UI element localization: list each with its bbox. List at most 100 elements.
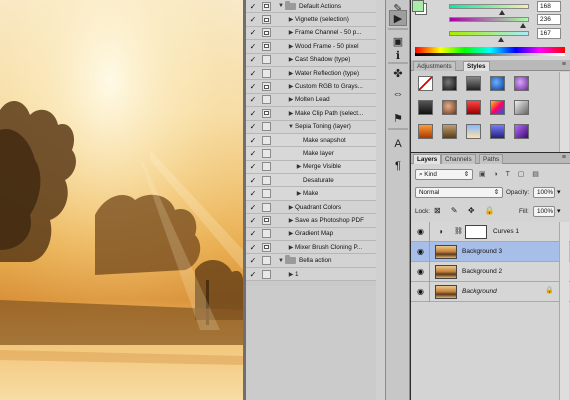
layer-thumbnail[interactable] [435, 265, 457, 279]
disclosure-closed-icon[interactable]: ▶ [287, 96, 295, 103]
disclosure-closed-icon[interactable]: ▶ [287, 56, 295, 63]
action-toggle-check-icon[interactable]: ✓ [246, 55, 260, 64]
disclosure-closed-icon[interactable]: ▶ [287, 43, 295, 50]
color-channel-slider[interactable] [449, 4, 529, 9]
action-item[interactable]: ✓ Make layer [246, 147, 376, 161]
layer-row[interactable]: ◉ Background 2 [411, 262, 570, 282]
lock-icon[interactable]: 🔒 [545, 286, 554, 295]
action-item[interactable]: ✓ ▶ Frame Channel - 50 p... [246, 26, 376, 41]
action-toggle-check-icon[interactable]: ✓ [246, 229, 260, 238]
disclosure-closed-icon[interactable]: ▶ [287, 29, 295, 36]
play-icon[interactable]: ▶ [389, 10, 407, 26]
dialog-toggle-icon[interactable] [262, 68, 271, 78]
fill-input[interactable]: 100% [533, 206, 555, 217]
action-toggle-check-icon[interactable]: ✓ [246, 270, 260, 279]
style-swatch[interactable] [514, 124, 529, 139]
style-swatch[interactable] [514, 76, 529, 91]
color-channel-value-input[interactable]: 168 [537, 1, 561, 12]
disclosure-closed-icon[interactable]: ▶ [287, 70, 295, 77]
style-swatch[interactable] [442, 76, 457, 91]
disclosure-open-icon[interactable]: ▼ [287, 124, 295, 130]
fill-dropdown-icon[interactable]: ▾ [557, 207, 561, 215]
blend-mode-select[interactable]: Normal ⇕ [415, 187, 503, 198]
tool-presets-icon[interactable]: ⚑ [389, 110, 407, 126]
eye-icon[interactable]: ◉ [417, 247, 427, 256]
dialog-toggle-icon[interactable] [262, 28, 271, 38]
eye-icon[interactable]: ◉ [417, 287, 427, 296]
style-swatch[interactable] [490, 100, 505, 115]
layer-thumbnail[interactable] [435, 285, 457, 299]
panel-collapse-strip[interactable] [376, 0, 386, 400]
styles-scrollbar[interactable] [559, 72, 569, 152]
action-item[interactable]: ✓ ▶ Cast Shadow (type) [246, 53, 376, 67]
style-swatch[interactable] [490, 76, 505, 91]
style-swatch[interactable] [490, 124, 505, 139]
action-toggle-check-icon[interactable]: ✓ [246, 162, 260, 171]
style-swatch[interactable] [466, 124, 481, 139]
action-toggle-check-icon[interactable]: ✓ [246, 243, 260, 252]
action-toggle-check-icon[interactable]: ✓ [246, 2, 260, 11]
style-swatch[interactable] [466, 100, 481, 115]
color-channel-slider[interactable] [449, 17, 529, 22]
disclosure-open-icon[interactable]: ▼ [277, 258, 285, 264]
disclosure-closed-icon[interactable]: ▶ [287, 83, 295, 90]
action-toggle-check-icon[interactable]: ✓ [246, 15, 260, 24]
style-swatch[interactable] [442, 124, 457, 139]
disclosure-closed-icon[interactable]: ▶ [287, 244, 295, 251]
dialog-toggle-icon[interactable] [262, 229, 271, 239]
action-item[interactable]: ✓ ▶ Mixer Brush Cloning P... [246, 241, 376, 255]
panel-menu-icon[interactable]: ≡ [562, 61, 566, 68]
dialog-toggle-icon[interactable] [262, 122, 271, 132]
slider-thumb[interactable] [498, 37, 504, 42]
document-canvas[interactable] [0, 0, 243, 400]
action-item[interactable]: ✓ Desaturate [246, 174, 376, 188]
dialog-toggle-icon[interactable] [262, 55, 271, 65]
panel-menu-icon[interactable]: ≡ [562, 154, 566, 161]
tab-layers[interactable]: Layers [413, 154, 442, 164]
color-spectrum-ramp[interactable] [415, 47, 565, 56]
eye-icon[interactable]: ◉ [417, 267, 427, 276]
action-item[interactable]: ✓ ▶ Custom RGB to Grays... [246, 80, 376, 94]
brush-tool-icon[interactable]: ⇔ [389, 86, 407, 102]
dialog-toggle-icon[interactable] [262, 215, 271, 225]
dialog-toggle-icon[interactable] [262, 269, 271, 279]
foreground-color-swatch[interactable] [412, 0, 424, 12]
dialog-toggle-icon[interactable] [262, 202, 271, 212]
action-toggle-check-icon[interactable]: ✓ [246, 149, 260, 158]
disclosure-closed-icon[interactable]: ▶ [295, 163, 303, 170]
character-icon[interactable]: A [389, 136, 407, 152]
layer-row[interactable]: ◉ ◑ ⛓ Curves 1 [411, 222, 570, 242]
action-toggle-check-icon[interactable]: ✓ [246, 109, 260, 118]
info-icon[interactable]: ℹ [389, 47, 407, 63]
style-swatch[interactable] [514, 100, 529, 115]
disclosure-closed-icon[interactable]: ▶ [287, 16, 295, 23]
dialog-toggle-icon[interactable] [262, 41, 271, 51]
action-toggle-check-icon[interactable]: ✓ [246, 189, 260, 198]
style-swatch[interactable] [418, 100, 433, 115]
opacity-dropdown-icon[interactable]: ▾ [557, 188, 561, 196]
disclosure-closed-icon[interactable]: ▶ [287, 204, 295, 211]
action-item[interactable]: ✓ ▶ 1 [246, 267, 376, 282]
action-item[interactable]: ✓ ▶ Make [246, 187, 376, 201]
dialog-toggle-icon[interactable] [262, 82, 271, 92]
layer-row[interactable]: ◉ Background 3 [411, 242, 570, 262]
paragraph-icon[interactable]: ¶ [389, 158, 407, 174]
action-item[interactable]: ✓ ▶ Gradient Map [246, 227, 376, 242]
eye-icon[interactable]: ◉ [417, 227, 427, 236]
dialog-toggle-icon[interactable] [262, 148, 271, 158]
tab-paths[interactable]: Paths [479, 154, 504, 164]
layer-filter-icons[interactable]: ▣ ◑ T ▢ ▤ [479, 170, 542, 178]
color-channel-slider[interactable] [449, 31, 529, 36]
action-item[interactable]: ✓ ▶ Save as Photoshop PDF [246, 214, 376, 228]
color-channel-value-input[interactable]: 167 [537, 28, 561, 39]
action-item[interactable]: ✓ Make snapshot [246, 133, 376, 148]
layer-filter-select[interactable]: ⌕ Kind ⇕ [415, 169, 473, 180]
disclosure-closed-icon[interactable]: ▶ [295, 190, 303, 197]
action-item[interactable]: ✓ ▶ Quadrant Colors [246, 200, 376, 215]
dialog-toggle-icon[interactable] [262, 15, 271, 25]
action-item[interactable]: ✓ ▶ Vignette (selection) [246, 13, 376, 27]
layer-mask-thumbnail[interactable] [465, 225, 487, 239]
dialog-toggle-icon[interactable] [262, 135, 271, 145]
action-toggle-check-icon[interactable]: ✓ [246, 82, 260, 91]
action-item[interactable]: ✓ ▼ Sepia Toning (layer) [246, 120, 376, 134]
